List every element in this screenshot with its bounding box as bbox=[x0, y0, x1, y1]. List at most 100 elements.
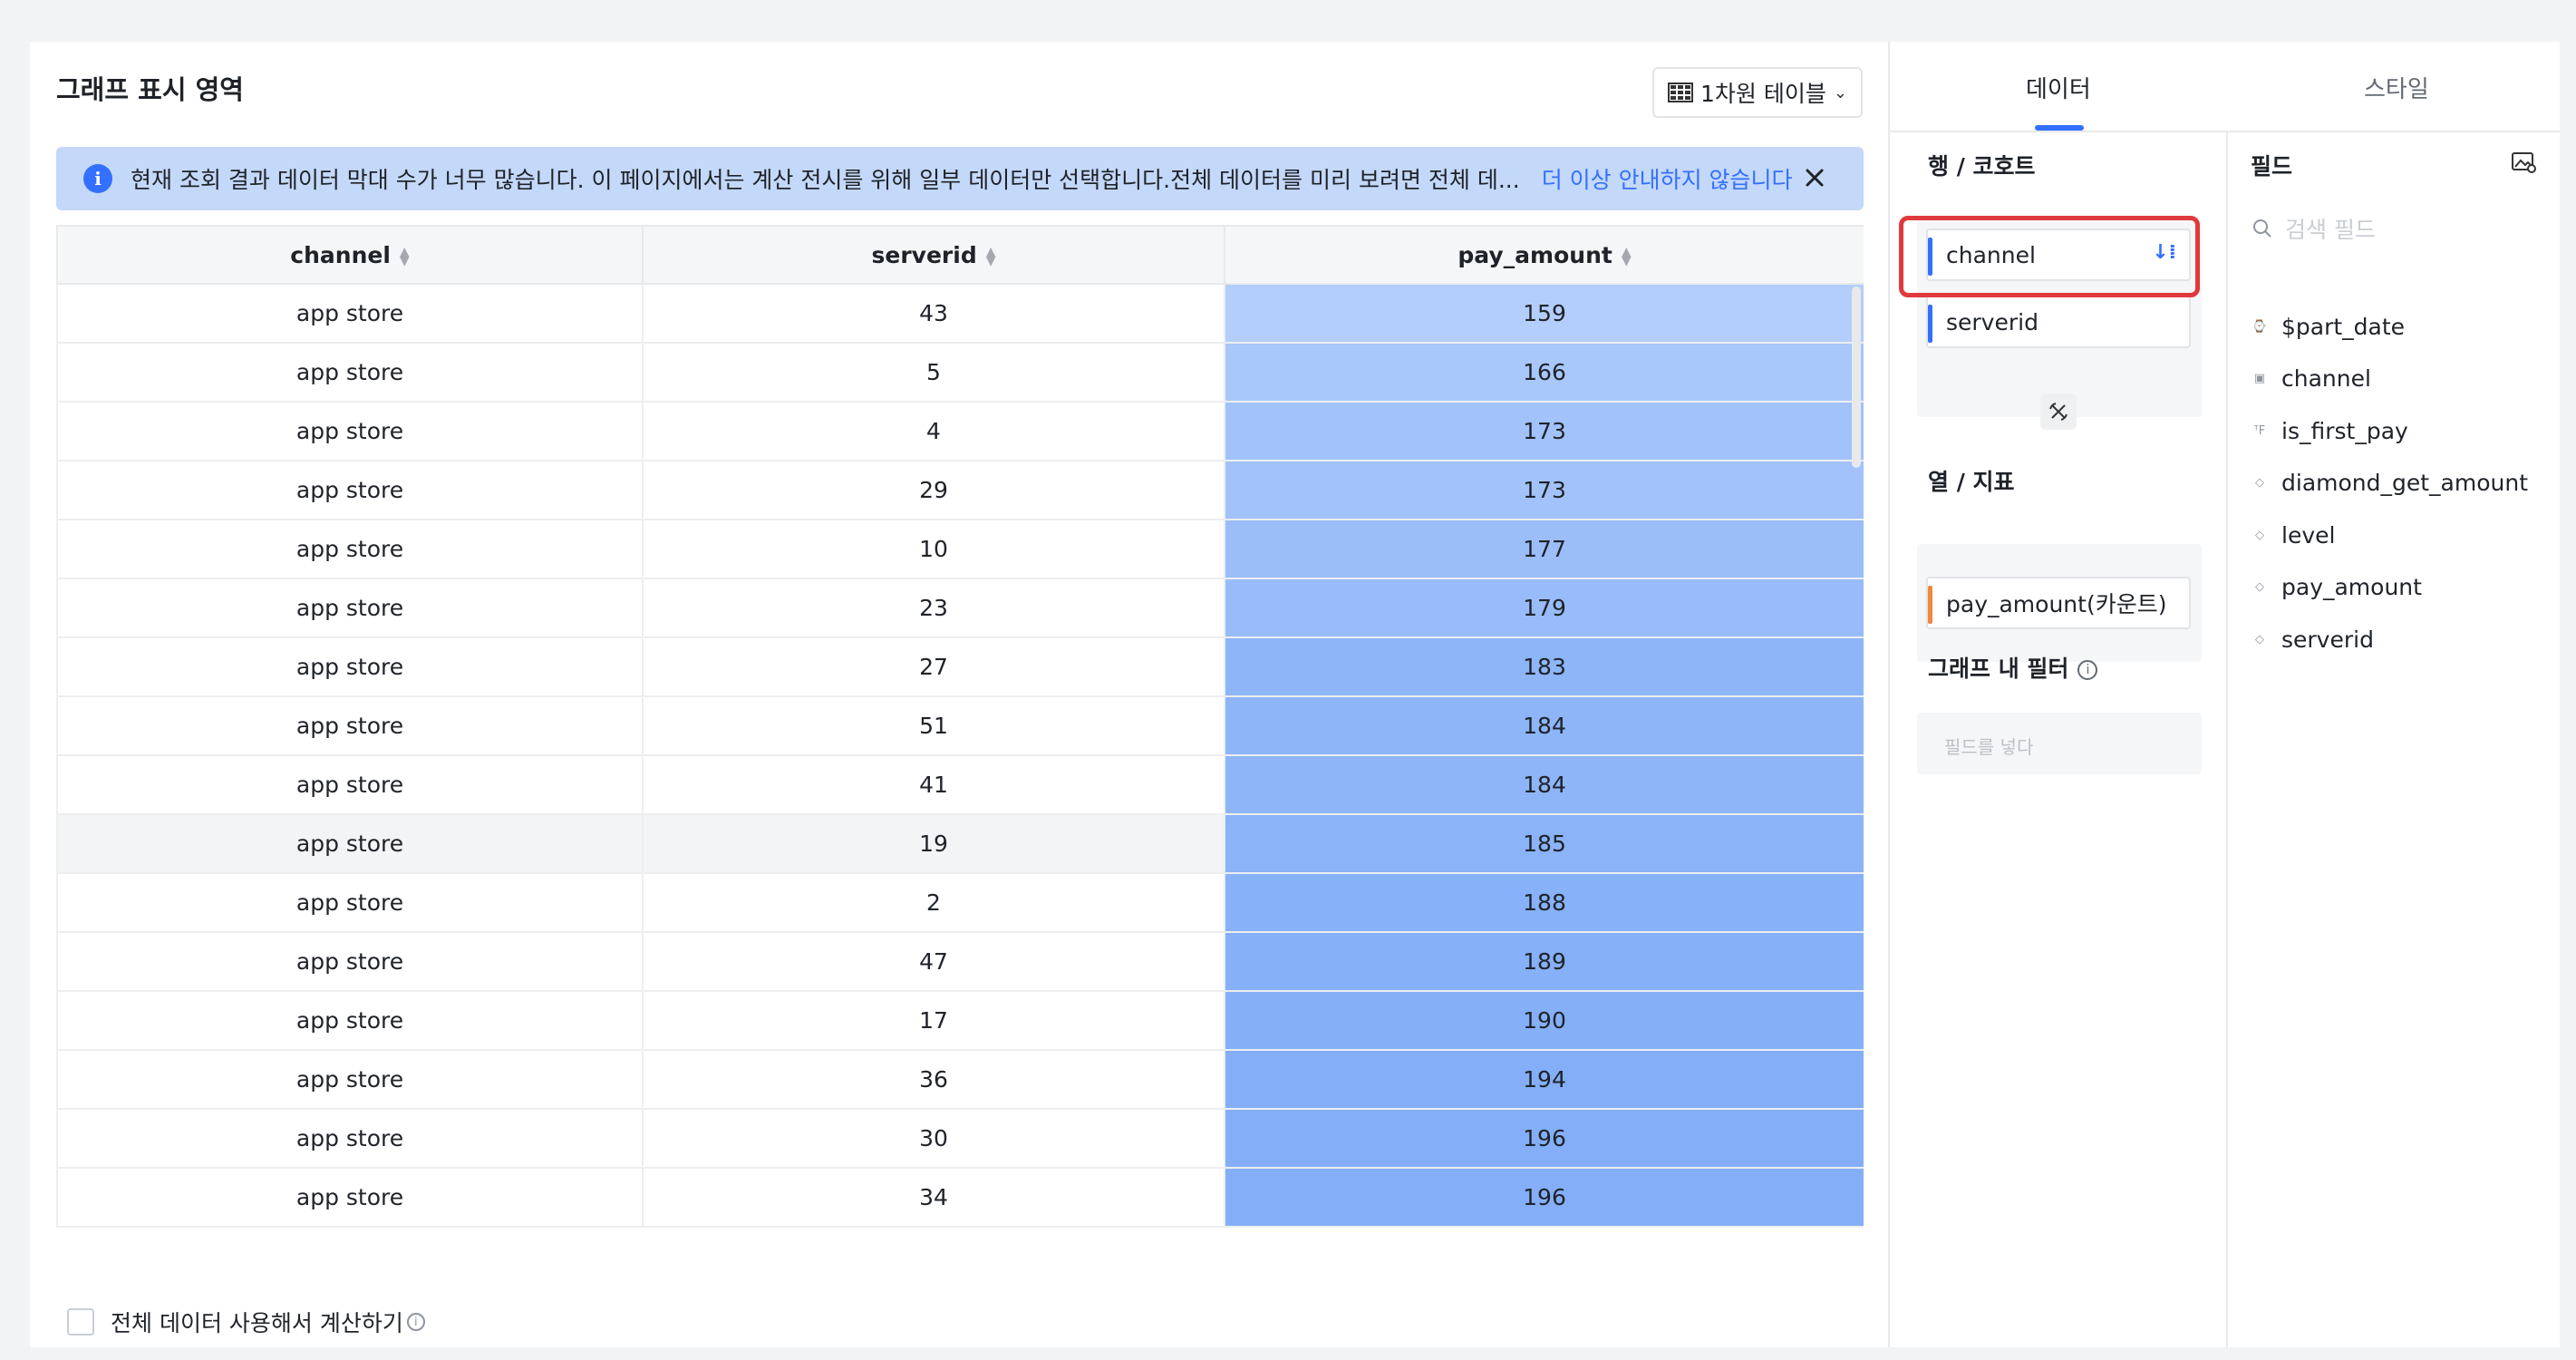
field-item[interactable]: ◇ pay_amount bbox=[2251, 569, 2422, 606]
number-field-icon: ◇ bbox=[2255, 632, 2264, 646]
table-cell-serverid: 30 bbox=[643, 1109, 1225, 1169]
sort-icon[interactable]: ▲ ▼ bbox=[1622, 246, 1632, 267]
full-data-calc-option: 전체 데이터 사용해서 계산하기 i bbox=[67, 1306, 425, 1338]
table-cell-channel: app store bbox=[56, 1109, 644, 1169]
column-header-pay-amount[interactable]: pay_amount ▲ ▼ bbox=[1224, 225, 1864, 285]
filter-drop-zone[interactable]: 필드를 넣다 bbox=[1917, 713, 2202, 774]
table-cell-pay-amount: 190 bbox=[1225, 991, 1864, 1051]
filter-title-label: 그래프 내 필터 bbox=[1928, 656, 2069, 682]
info-icon[interactable]: i bbox=[406, 1313, 425, 1331]
table-row[interactable]: app store 34 196 bbox=[56, 1168, 1864, 1228]
columns-section-title: 열 / 지표 bbox=[1928, 469, 2015, 495]
swap-icon bbox=[2049, 403, 2068, 421]
table-row[interactable]: app store 2 188 bbox=[56, 873, 1864, 933]
column-field-pay-amount[interactable]: pay_amount(카운트) bbox=[1926, 577, 2191, 629]
table-cell-serverid: 23 bbox=[643, 578, 1225, 638]
field-item[interactable]: ▣ channel bbox=[2251, 361, 2371, 397]
image-settings-icon[interactable] bbox=[2510, 149, 2537, 176]
field-item[interactable]: ◇ level bbox=[2251, 517, 2335, 553]
swap-axes-button[interactable] bbox=[2040, 393, 2077, 430]
table-row[interactable]: app store 30 196 bbox=[56, 1109, 1864, 1169]
field-item-label: $part_date bbox=[2281, 313, 2406, 340]
column-header-serverid[interactable]: serverid ▲ ▼ bbox=[642, 225, 1225, 285]
row-field-label: serverid bbox=[1946, 308, 2039, 335]
field-item-label: pay_amount bbox=[2281, 574, 2422, 600]
table-cell-channel: app store bbox=[56, 578, 644, 638]
table-row[interactable]: app store 43 159 bbox=[56, 284, 1864, 344]
table-cell-pay-amount: 189 bbox=[1225, 932, 1864, 992]
table-cell-serverid: 17 bbox=[643, 991, 1225, 1051]
highlight-box bbox=[1899, 216, 2200, 297]
table-cell-serverid: 5 bbox=[643, 343, 1225, 403]
table-row[interactable]: app store 41 184 bbox=[56, 755, 1864, 815]
table-cell-channel: app store bbox=[56, 520, 644, 579]
field-item[interactable]: ◇ serverid bbox=[2251, 621, 2374, 657]
table-row[interactable]: app store 4 173 bbox=[56, 402, 1864, 461]
table-cell-channel: app store bbox=[56, 284, 644, 344]
table-row[interactable]: app store 17 190 bbox=[56, 991, 1864, 1051]
row-field-serverid[interactable]: serverid bbox=[1926, 296, 2191, 348]
table-cell-pay-amount: 179 bbox=[1225, 578, 1864, 638]
table-cell-serverid: 4 bbox=[643, 402, 1225, 461]
field-search[interactable]: 검색 필드 bbox=[2251, 210, 2541, 247]
info-icon[interactable]: i bbox=[2077, 660, 2098, 680]
column-header-label: channel bbox=[290, 241, 391, 268]
chart-type-button[interactable]: 1차원 테이블 ⌄ bbox=[1652, 67, 1863, 118]
field-item[interactable]: ⌚ $part_date bbox=[2251, 308, 2405, 345]
table-row[interactable]: app store 5 166 bbox=[56, 343, 1864, 403]
table-cell-channel: app store bbox=[56, 696, 644, 756]
sort-icon[interactable]: ▲ ▼ bbox=[986, 246, 996, 267]
table-cell-pay-amount: 166 bbox=[1225, 343, 1864, 403]
table-cell-pay-amount: 173 bbox=[1225, 402, 1864, 461]
table-cell-serverid: 51 bbox=[643, 696, 1225, 756]
tab-style[interactable]: 스타일 bbox=[2364, 71, 2429, 104]
number-field-icon: ◇ bbox=[2255, 528, 2264, 542]
table-cell-channel: app store bbox=[56, 637, 644, 697]
filter-placeholder: 필드를 넣다 bbox=[1944, 736, 2034, 758]
table-cell-serverid: 36 bbox=[643, 1050, 1225, 1110]
table-row[interactable]: app store 27 183 bbox=[56, 637, 1864, 697]
table-cell-serverid: 2 bbox=[643, 873, 1225, 933]
dismiss-notice-link[interactable]: 더 이상 안내하지 않습니다 bbox=[1542, 162, 1793, 195]
tab-data[interactable]: 데이터 bbox=[2026, 71, 2091, 104]
table-row[interactable]: app store 19 185 bbox=[56, 814, 1864, 874]
search-icon bbox=[2253, 219, 2271, 238]
page-title: 그래프 표시 영역 bbox=[56, 74, 244, 105]
data-table: channel ▲ ▼ serverid ▲ ▼ pay_amount ▲ ▼ app st… bbox=[56, 225, 1864, 1264]
field-item-label: serverid bbox=[2281, 626, 2374, 653]
sort-icon[interactable]: ▲ ▼ bbox=[400, 246, 410, 267]
field-item-label: is_first_pay bbox=[2281, 417, 2408, 444]
table-cell-serverid: 34 bbox=[643, 1168, 1225, 1228]
rows-section-title: 행 / 코호트 bbox=[1928, 153, 2036, 180]
field-item[interactable]: ᵀF is_first_pay bbox=[2251, 413, 2408, 449]
table-cell-channel: app store bbox=[56, 461, 644, 520]
table-row[interactable]: app store 23 179 bbox=[56, 578, 1864, 638]
field-item-label: channel bbox=[2281, 365, 2371, 392]
search-placeholder: 검색 필드 bbox=[2285, 217, 2376, 243]
table-cell-pay-amount: 183 bbox=[1225, 637, 1864, 697]
table-row[interactable]: app store 51 184 bbox=[56, 696, 1864, 756]
table-cell-serverid: 29 bbox=[643, 461, 1225, 520]
table-cell-channel: app store bbox=[56, 755, 644, 815]
full-data-checkbox[interactable] bbox=[67, 1308, 94, 1336]
table-row[interactable]: app store 10 177 bbox=[56, 520, 1864, 579]
field-item[interactable]: ◇ diamond_get_amount bbox=[2251, 465, 2528, 501]
table-cell-channel: app store bbox=[56, 932, 644, 992]
table-cell-pay-amount: 196 bbox=[1225, 1109, 1864, 1169]
table-row[interactable]: app store 36 194 bbox=[56, 1050, 1864, 1110]
table-scrollbar[interactable] bbox=[1852, 287, 1861, 468]
table-row[interactable]: app store 47 189 bbox=[56, 932, 1864, 992]
config-sidebar: 데이터 스타일 행 / 코호트 channel ↓⁞ serverid 열 / … bbox=[1888, 42, 2560, 1347]
filter-section-title: 그래프 내 필터 i bbox=[1928, 651, 2098, 684]
close-icon[interactable] bbox=[1798, 161, 1831, 194]
table-cell-channel: app store bbox=[56, 1050, 644, 1110]
table-cell-serverid: 19 bbox=[643, 814, 1225, 874]
column-header-channel[interactable]: channel ▲ ▼ bbox=[56, 225, 644, 285]
notice-message: 현재 조회 결과 데이터 막대 수가 너무 많습니다. 이 페이지에서는 계산 … bbox=[131, 167, 1520, 193]
table-cell-channel: app store bbox=[56, 814, 644, 874]
table-cell-channel: app store bbox=[56, 1168, 644, 1228]
number-field-icon: ◇ bbox=[2255, 580, 2264, 594]
columns-drop-zone[interactable]: pay_amount(카운트) bbox=[1917, 544, 2202, 662]
table-cell-serverid: 10 bbox=[643, 520, 1225, 579]
table-row[interactable]: app store 29 173 bbox=[56, 461, 1864, 520]
